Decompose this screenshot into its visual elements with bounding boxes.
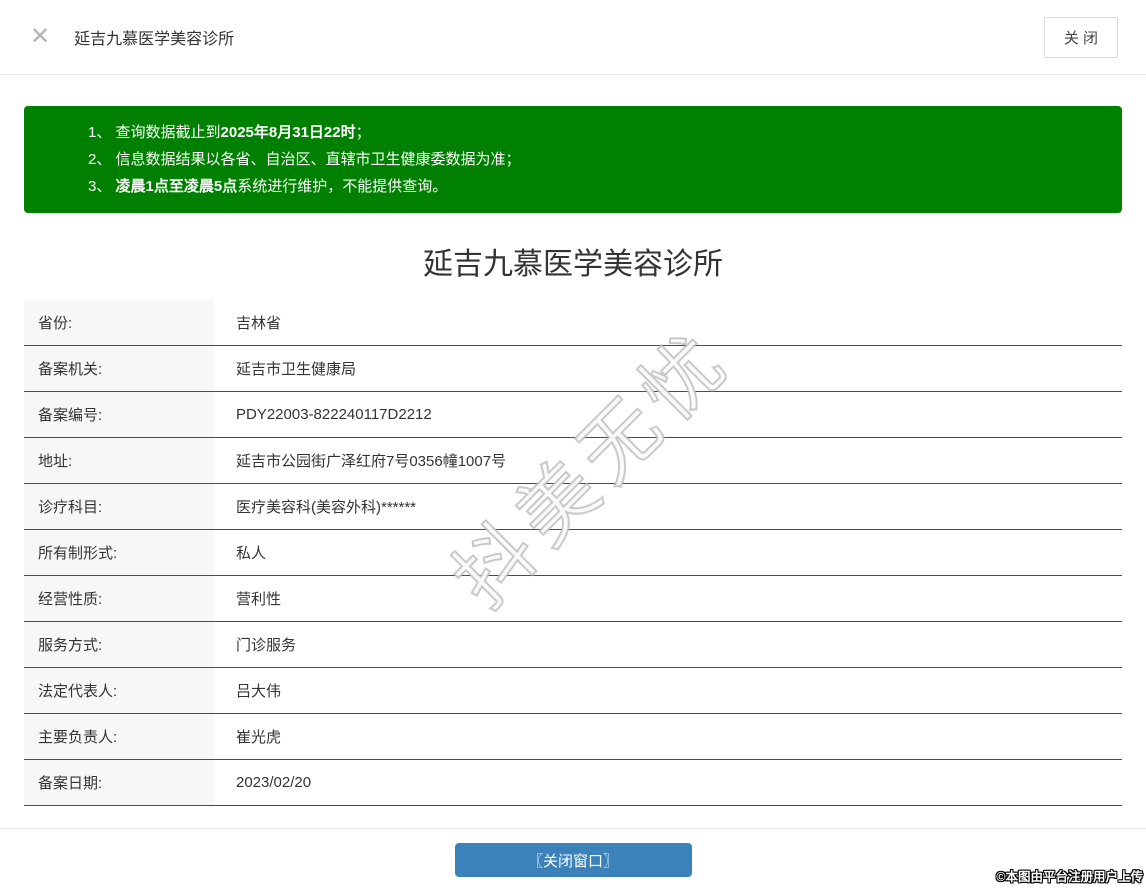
table-row: 备案编号: PDY22003-822240117D2212 — [24, 392, 1122, 438]
clinic-name-title: 延吉九慕医学美容诊所 — [423, 248, 723, 281]
row-value: 吉林省 — [236, 315, 282, 332]
row-value: 营利性 — [236, 591, 282, 608]
row-value: 延吉市公园街广泽红府7号0356幢1007号 — [236, 453, 507, 470]
top-bar: ✕ 延吉九慕医学美容诊所 关 闭 — [0, 0, 1146, 75]
details-table: 省份: 吉林省 备案机关: 延吉市卫生健康局 备案编号: PDY22003-82… — [24, 300, 1122, 806]
page: ✕ 延吉九慕医学美容诊所 关 闭 1、 查询数据截止到2025年8月31日22时… — [0, 0, 1146, 888]
table-row: 法定代表人: 吕大伟 — [24, 668, 1122, 714]
table-row: 地址: 延吉市公园街广泽红府7号0356幢1007号 — [24, 438, 1122, 484]
row-label: 法定代表人: — [24, 668, 214, 713]
table-row: 经营性质: 营利性 — [24, 576, 1122, 622]
row-label: 备案机关: — [24, 346, 214, 391]
table-row: 所有制形式: 私人 — [24, 530, 1122, 576]
row-label: 服务方式: — [24, 622, 214, 667]
row-label: 主要负责人: — [24, 714, 214, 759]
row-value: 崔光虎 — [236, 729, 282, 746]
footer-bar: 〖关闭窗口〗 — [0, 828, 1146, 877]
window-title: 延吉九慕医学美容诊所 — [74, 31, 235, 48]
image-attribution: ©本图由平台注册用户上传 — [996, 870, 1143, 884]
row-value: PDY22003-822240117D2212 — [236, 406, 432, 423]
row-value: 延吉市卫生健康局 — [236, 361, 357, 378]
row-label: 经营性质: — [24, 576, 214, 621]
row-value: 2023/02/20 — [236, 774, 312, 791]
close-icon[interactable]: ✕ — [30, 25, 50, 49]
row-label: 备案日期: — [24, 760, 214, 805]
table-row: 备案机关: 延吉市卫生健康局 — [24, 346, 1122, 392]
notice-line-3: 3、 凌晨1点至凌晨5点系统进行维护，不能提供查询。 — [88, 178, 448, 195]
row-label: 所有制形式: — [24, 530, 214, 575]
row-value: 门诊服务 — [236, 637, 297, 654]
notice-line-2: 2、 信息数据结果以各省、自治区、直辖市卫生健康委数据为准； — [88, 151, 521, 168]
close-window-button[interactable]: 〖关闭窗口〗 — [454, 843, 692, 877]
row-value: 私人 — [236, 545, 267, 562]
table-row: 省份: 吉林省 — [24, 300, 1122, 346]
table-row: 备案日期: 2023/02/20 — [24, 760, 1122, 806]
notice-line-1: 1、 查询数据截止到2025年8月31日22时； — [88, 124, 371, 141]
content: 1、 查询数据截止到2025年8月31日22时； 2、 信息数据结果以各省、自治… — [0, 106, 1146, 806]
row-label: 省份: — [24, 300, 214, 345]
row-value: 吕大伟 — [236, 683, 282, 700]
table-row: 服务方式: 门诊服务 — [24, 622, 1122, 668]
row-label: 备案编号: — [24, 392, 214, 437]
table-row: 主要负责人: 崔光虎 — [24, 714, 1122, 760]
table-row: 诊疗科目: 医疗美容科(美容外科)****** — [24, 484, 1122, 530]
close-button[interactable]: 关 闭 — [1043, 16, 1118, 58]
row-label: 地址: — [24, 438, 214, 483]
row-value: 医疗美容科(美容外科)****** — [236, 499, 417, 516]
row-label: 诊疗科目: — [24, 484, 214, 529]
notice-box: 1、 查询数据截止到2025年8月31日22时； 2、 信息数据结果以各省、自治… — [24, 106, 1122, 213]
